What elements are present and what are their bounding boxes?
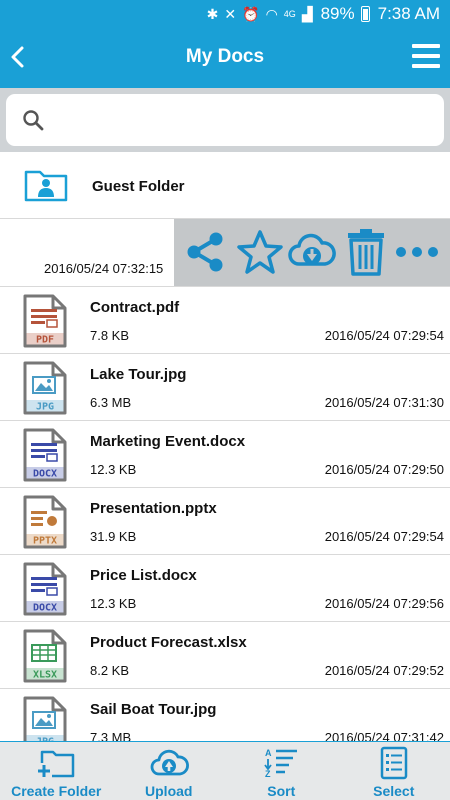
share-icon [187, 232, 223, 272]
guest-folder-label: Guest Folder [92, 178, 185, 195]
cloud-upload-icon [150, 749, 189, 776]
file-size: 6.3 MB [90, 395, 132, 410]
more-button[interactable] [393, 227, 443, 277]
file-date: 2016/05/24 07:29:50 [324, 462, 444, 477]
file-size: 12.3 KB [90, 462, 137, 477]
file-row[interactable]: DOCX Marketing Event.docx 12.3 KB 2016/05/2… [0, 421, 450, 488]
search-bar [0, 88, 450, 152]
wifi-icon: ◠ [265, 6, 278, 22]
upload-label: Upload [145, 783, 193, 799]
file-name: Marketing Event.docx [90, 433, 246, 450]
search-icon [23, 110, 44, 131]
guest-folder-row[interactable]: Guest Folder [0, 152, 450, 219]
swiped-file-row[interactable]: 2016/05/24 07:32:15 [0, 219, 450, 287]
file-date: 2016/05/24 07:29:52 [324, 663, 444, 678]
bottom-toolbar: Create Folder Upload A Z Sort Select [0, 741, 450, 800]
select-list-icon [380, 746, 407, 780]
file-size: 8.2 KB [90, 663, 130, 678]
file-date: 2016/05/24 07:31:30 [324, 395, 444, 410]
svg-text:PDF: PDF [36, 335, 54, 346]
file-size: 31.9 KB [90, 529, 137, 544]
docx-file-icon: DOCX [23, 428, 67, 487]
pptx-file-icon: PPTX [23, 495, 67, 554]
svg-text:PPTX: PPTX [33, 536, 57, 547]
file-size: 12.3 KB [90, 596, 137, 611]
alarm-icon: ⏰ [242, 6, 260, 22]
file-date: 2016/05/24 07:29:54 [324, 328, 444, 343]
create-folder-button[interactable]: Create Folder [0, 742, 113, 800]
file-name: Product Forecast.xlsx [90, 634, 247, 651]
user-folder-icon [24, 166, 68, 207]
hamburger-menu-icon [412, 44, 440, 68]
svg-text:DOCX: DOCX [33, 603, 57, 614]
mute-icon: ✕ [224, 6, 237, 22]
file-name: Sail Boat Tour.jpg [90, 701, 217, 718]
page-title: My Docs [185, 46, 265, 67]
download-button[interactable] [287, 227, 337, 277]
delete-button[interactable] [341, 227, 391, 277]
search-box[interactable] [6, 94, 444, 146]
row-action-bar [174, 219, 450, 286]
svg-text:DOCX: DOCX [33, 469, 57, 480]
svg-text:XLSX: XLSX [33, 670, 57, 681]
file-date: 2016/05/24 07:29:56 [324, 596, 444, 611]
network-type-label: 4G [283, 8, 296, 19]
pdf-file-icon: PDF [23, 294, 67, 353]
sort-button[interactable]: A Z Sort [225, 742, 338, 800]
battery-icon [360, 6, 370, 22]
file-row[interactable]: PPTX Presentation.pptx 31.9 KB 2016/05/24 0… [0, 488, 450, 555]
signal-icon: ▟ [301, 6, 313, 22]
star-icon [237, 230, 283, 274]
svg-text:A: A [265, 748, 272, 758]
docx-file-icon: DOCX [23, 562, 67, 621]
file-size: 7.8 KB [90, 328, 130, 343]
app-bar: My Docs [0, 28, 450, 88]
file-date: 2016/05/24 07:29:54 [324, 529, 444, 544]
sort-label: Sort [267, 783, 296, 799]
status-icons: ✱ ✕ ⏰ ◠ 4G ▟ [207, 7, 313, 21]
jpg-file-icon: JPG [23, 361, 67, 420]
cloud-download-icon [288, 233, 336, 266]
create-folder-label: Create Folder [11, 783, 102, 799]
more-icon [396, 247, 438, 257]
sort-az-icon: A Z [264, 748, 298, 779]
select-button[interactable]: Select [338, 742, 450, 800]
svg-text:JPG: JPG [36, 402, 54, 413]
favorite-button[interactable] [235, 227, 285, 277]
search-input[interactable] [56, 104, 426, 136]
select-label: Select [373, 783, 415, 799]
menu-button[interactable] [412, 44, 440, 70]
file-name: Contract.pdf [90, 299, 180, 316]
battery-percent: 89% [320, 4, 355, 23]
status-bar: ✱ ✕ ⏰ ◠ 4G ▟ 89% 7:38 AM [0, 0, 450, 28]
file-name: Price List.docx [90, 567, 197, 584]
file-row[interactable]: XLSX Product Forecast.xlsx 8.2 KB 2016/05/2… [0, 622, 450, 689]
file-date: 2016/05/24 07:32:15 [44, 261, 164, 276]
upload-button[interactable]: Upload [113, 742, 226, 800]
file-name: Lake Tour.jpg [90, 366, 187, 383]
file-row[interactable]: JPG Lake Tour.jpg 6.3 MB 2016/05/24 07:31:3… [0, 354, 450, 421]
file-row[interactable]: DOCX Price List.docx 12.3 KB 2016/05/24 07:… [0, 555, 450, 622]
file-row[interactable]: PDF Contract.pdf 7.8 KB 2016/05/24 07:29:54 [0, 287, 450, 354]
clock: 7:38 AM [377, 4, 440, 23]
create-folder-icon [36, 750, 75, 779]
bluetooth-icon: ✱ [206, 6, 219, 22]
file-name: Presentation.pptx [90, 500, 217, 517]
share-button[interactable] [180, 227, 230, 277]
xlsx-file-icon: XLSX [23, 629, 67, 688]
trash-icon [348, 229, 384, 276]
